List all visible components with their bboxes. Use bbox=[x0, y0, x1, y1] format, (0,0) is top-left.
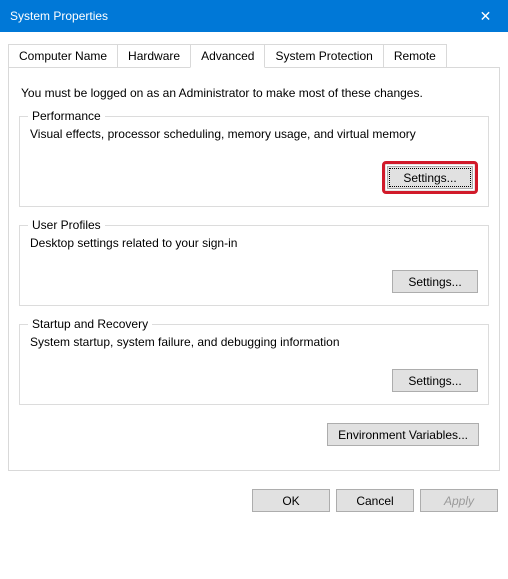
tab-strip: Computer Name Hardware Advanced System P… bbox=[8, 44, 500, 68]
intro-text: You must be logged on as an Administrato… bbox=[21, 86, 489, 100]
performance-button-row: Settings... bbox=[30, 161, 478, 194]
tab-hardware[interactable]: Hardware bbox=[117, 44, 191, 67]
cancel-button[interactable]: Cancel bbox=[336, 489, 414, 512]
environment-variables-button[interactable]: Environment Variables... bbox=[327, 423, 479, 446]
performance-settings-highlight: Settings... bbox=[382, 161, 478, 194]
user-profiles-settings-button[interactable]: Settings... bbox=[392, 270, 478, 293]
performance-desc: Visual effects, processor scheduling, me… bbox=[30, 127, 478, 141]
tab-panel-advanced: You must be logged on as an Administrato… bbox=[8, 68, 500, 471]
performance-legend: Performance bbox=[28, 109, 105, 123]
dialog-footer: OK Cancel Apply bbox=[0, 479, 508, 524]
startup-recovery-button-row: Settings... bbox=[30, 369, 478, 392]
env-vars-row: Environment Variables... bbox=[19, 423, 489, 446]
apply-button[interactable]: Apply bbox=[420, 489, 498, 512]
tab-remote[interactable]: Remote bbox=[383, 44, 447, 67]
startup-recovery-settings-button[interactable]: Settings... bbox=[392, 369, 478, 392]
user-profiles-group: User Profiles Desktop settings related t… bbox=[19, 225, 489, 306]
startup-recovery-legend: Startup and Recovery bbox=[28, 317, 152, 331]
tab-computer-name[interactable]: Computer Name bbox=[8, 44, 118, 67]
close-button[interactable]: ✕ bbox=[463, 0, 508, 32]
user-profiles-button-row: Settings... bbox=[30, 270, 478, 293]
tab-advanced[interactable]: Advanced bbox=[190, 44, 265, 68]
content-area: Computer Name Hardware Advanced System P… bbox=[0, 32, 508, 479]
ok-button[interactable]: OK bbox=[252, 489, 330, 512]
startup-recovery-group: Startup and Recovery System startup, sys… bbox=[19, 324, 489, 405]
performance-settings-button[interactable]: Settings... bbox=[387, 166, 473, 189]
titlebar: System Properties ✕ bbox=[0, 0, 508, 32]
startup-recovery-desc: System startup, system failure, and debu… bbox=[30, 335, 478, 349]
system-properties-window: System Properties ✕ Computer Name Hardwa… bbox=[0, 0, 508, 524]
performance-group: Performance Visual effects, processor sc… bbox=[19, 116, 489, 207]
close-icon: ✕ bbox=[480, 8, 492, 25]
tab-system-protection[interactable]: System Protection bbox=[264, 44, 383, 67]
user-profiles-legend: User Profiles bbox=[28, 218, 105, 232]
user-profiles-desc: Desktop settings related to your sign-in bbox=[30, 236, 478, 250]
window-title: System Properties bbox=[10, 9, 463, 23]
